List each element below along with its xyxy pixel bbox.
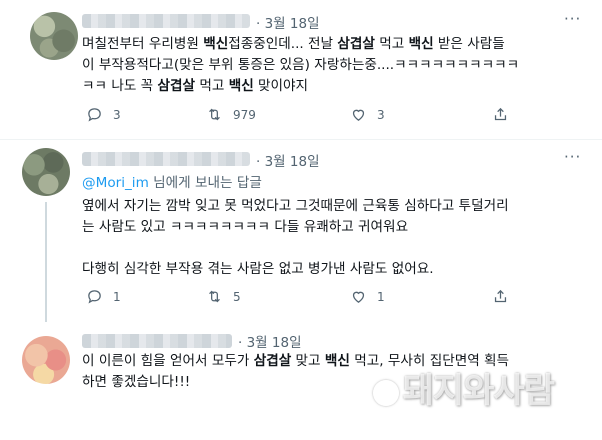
text-line: 는 사람도 있고 ㅋㅋㅋㅋㅋㅋㅋㅋ 다들 유쾌하고 귀여워요 (82, 217, 509, 238)
text-line: 이 부작용적다고(맞은 부위 통증은 있음) 자랑하는중....ㅋㅋㅋㅋㅋㅋㅋㅋ… (82, 55, 519, 76)
text-segment: 이 이른이 힘을 얻어서 모두가 (82, 353, 254, 369)
text-segment: 받은 사람들 (433, 36, 505, 52)
avatar[interactable] (30, 12, 78, 60)
author-name-blurred[interactable] (82, 334, 232, 348)
tweet-actions: 1 5 1 (82, 288, 562, 308)
author-name-blurred[interactable] (82, 14, 250, 28)
retweet-count: 979 (233, 107, 256, 122)
share-button[interactable] (492, 106, 509, 123)
tweet-1[interactable]: · 3월 18일 ··· 며칠전부터 우리병원 백신접종중인데... 전날 삼겹… (0, 0, 602, 138)
reply-to-suffix: 님에게 보내는 답글 (148, 175, 262, 191)
more-options-icon[interactable]: ··· (564, 148, 581, 166)
highlighted-keyword: 삼겹살 (253, 353, 292, 369)
tweet-2[interactable]: · 3월 18일 ··· @Mori_im 님에게 보내는 답글 옆에서 자기는… (0, 140, 602, 322)
tweet-text: 며칠전부터 우리병원 백신접종중인데... 전날 삼겹살 먹고 백신 받은 사람… (82, 34, 519, 97)
share-button[interactable] (492, 288, 509, 305)
reply-icon (88, 290, 101, 304)
text-segment: 먹고 (374, 36, 409, 52)
text-line (82, 238, 509, 259)
highlighted-keyword: 삼겹살 (337, 36, 375, 52)
retweet-button[interactable]: 5 (206, 288, 241, 305)
text-segment: 다행히 심각한 부작용 겪는 사람은 없고 병가낸 사람도 없어요. (82, 261, 434, 277)
thread-line (45, 202, 47, 322)
tweet-date[interactable]: · 3월 18일 (256, 12, 320, 32)
text-line: ㅋㅋ 나도 꼭 삼겹살 먹고 백신 맞이야지 (82, 76, 519, 97)
text-line: 며칠전부터 우리병원 백신접종중인데... 전날 삼겹살 먹고 백신 받은 사람… (82, 34, 519, 55)
retweet-count: 5 (233, 289, 241, 304)
tweet-date[interactable]: · 3월 18일 (238, 331, 302, 351)
highlighted-keyword: 백신 (203, 36, 229, 52)
watermark-logo: 돼지와사람 (372, 363, 555, 412)
heart-icon (352, 291, 365, 303)
text-segment: 이 부작용적다고(맞은 부위 통증은 있음) 자랑하는중....ㅋㅋㅋㅋㅋㅋㅋㅋ… (82, 57, 520, 73)
reply-count: 3 (113, 107, 121, 122)
like-count: 1 (377, 289, 385, 304)
text-segment: ㅋㅋ 나도 꼭 (82, 78, 158, 94)
text-segment: 하면 좋겠습니다!!! (82, 374, 191, 390)
retweet-icon (209, 290, 220, 303)
avatar[interactable] (22, 336, 70, 384)
highlighted-keyword: 백신 (228, 78, 254, 94)
watermark-circle-icon (372, 379, 399, 406)
retweet-button[interactable]: 979 (206, 106, 256, 123)
retweet-icon (209, 108, 220, 121)
like-button[interactable]: 3 (350, 106, 385, 123)
text-segment: 옆에서 자기는 깜박 잊고 못 먹었다고 그것때문에 근육통 심하다고 투덜거리 (82, 198, 509, 214)
like-button[interactable]: 1 (350, 288, 385, 305)
reply-context: @Mori_im 님에게 보내는 답글 (82, 173, 262, 194)
heart-icon (352, 109, 365, 121)
text-line: 옆에서 자기는 깜박 잊고 못 먹었다고 그것때문에 근육통 심하다고 투덜거리 (82, 196, 509, 217)
reply-button[interactable]: 3 (86, 106, 121, 123)
text-segment: 며칠전부터 우리병원 (82, 36, 204, 52)
text-segment: 접종중인데... 전날 (228, 36, 338, 52)
reply-button[interactable]: 1 (86, 288, 121, 305)
text-segment: 맞고 (291, 353, 325, 369)
tweet-text: 옆에서 자기는 깜박 잊고 못 먹었다고 그것때문에 근육통 심하다고 투덜거리… (82, 196, 509, 280)
more-options-icon[interactable]: ··· (564, 10, 581, 28)
like-count: 3 (377, 107, 385, 122)
avatar[interactable] (22, 148, 70, 196)
text-line: 다행히 심각한 부작용 겪는 사람은 없고 병가낸 사람도 없어요. (82, 259, 509, 280)
reply-to-handle[interactable]: @Mori_im (82, 175, 149, 191)
share-icon (494, 289, 507, 303)
highlighted-keyword: 백신 (408, 36, 434, 52)
text-segment: 맞이야지 (253, 78, 309, 94)
text-segment: 먹고 (195, 78, 229, 94)
highlighted-keyword: 백신 (324, 353, 350, 369)
share-icon (494, 107, 507, 121)
tweet-actions: 3 979 3 (82, 106, 562, 126)
highlighted-keyword: 삼겹살 (157, 78, 196, 94)
tweet-date[interactable]: · 3월 18일 (256, 150, 320, 170)
text-segment: 는 사람도 있고 ㅋㅋㅋㅋㅋㅋㅋㅋ 다들 유쾌하고 귀여워요 (82, 219, 409, 235)
author-name-blurred[interactable] (82, 152, 250, 166)
reply-count: 1 (113, 289, 121, 304)
reply-icon (88, 108, 101, 122)
